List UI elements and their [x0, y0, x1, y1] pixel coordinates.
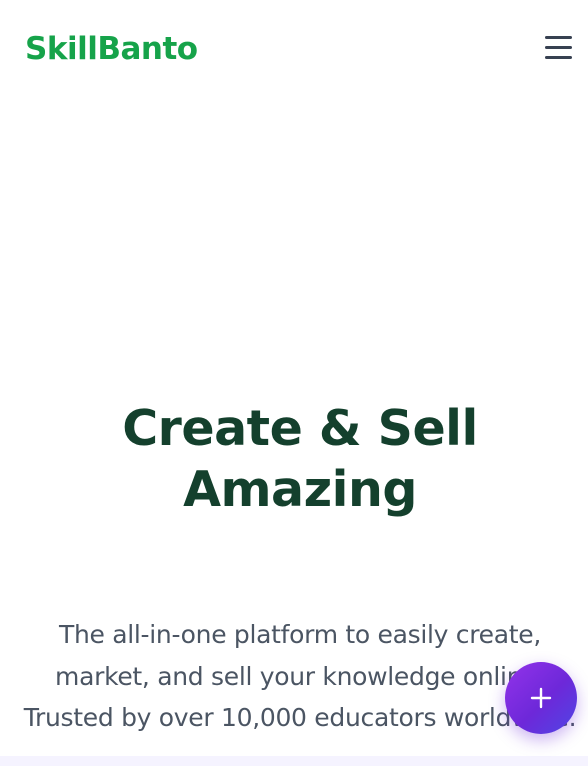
hero-title-line-2: Amazing: [183, 461, 417, 518]
menu-button[interactable]: [540, 32, 576, 64]
bottom-strip: [0, 756, 588, 766]
hero-title: Create & Sell Amazing: [0, 398, 588, 520]
site-header: SkillBanto: [0, 0, 588, 100]
hero-subtitle: The all-in-one platform to easily create…: [23, 620, 577, 732]
page: SkillBanto Create & Sell Amazing The all…: [0, 0, 588, 766]
plus-icon: [530, 687, 552, 709]
floating-add-button[interactable]: [505, 662, 577, 734]
logo[interactable]: SkillBanto: [25, 28, 198, 70]
hero-title-line-1: Create & Sell: [122, 400, 478, 457]
